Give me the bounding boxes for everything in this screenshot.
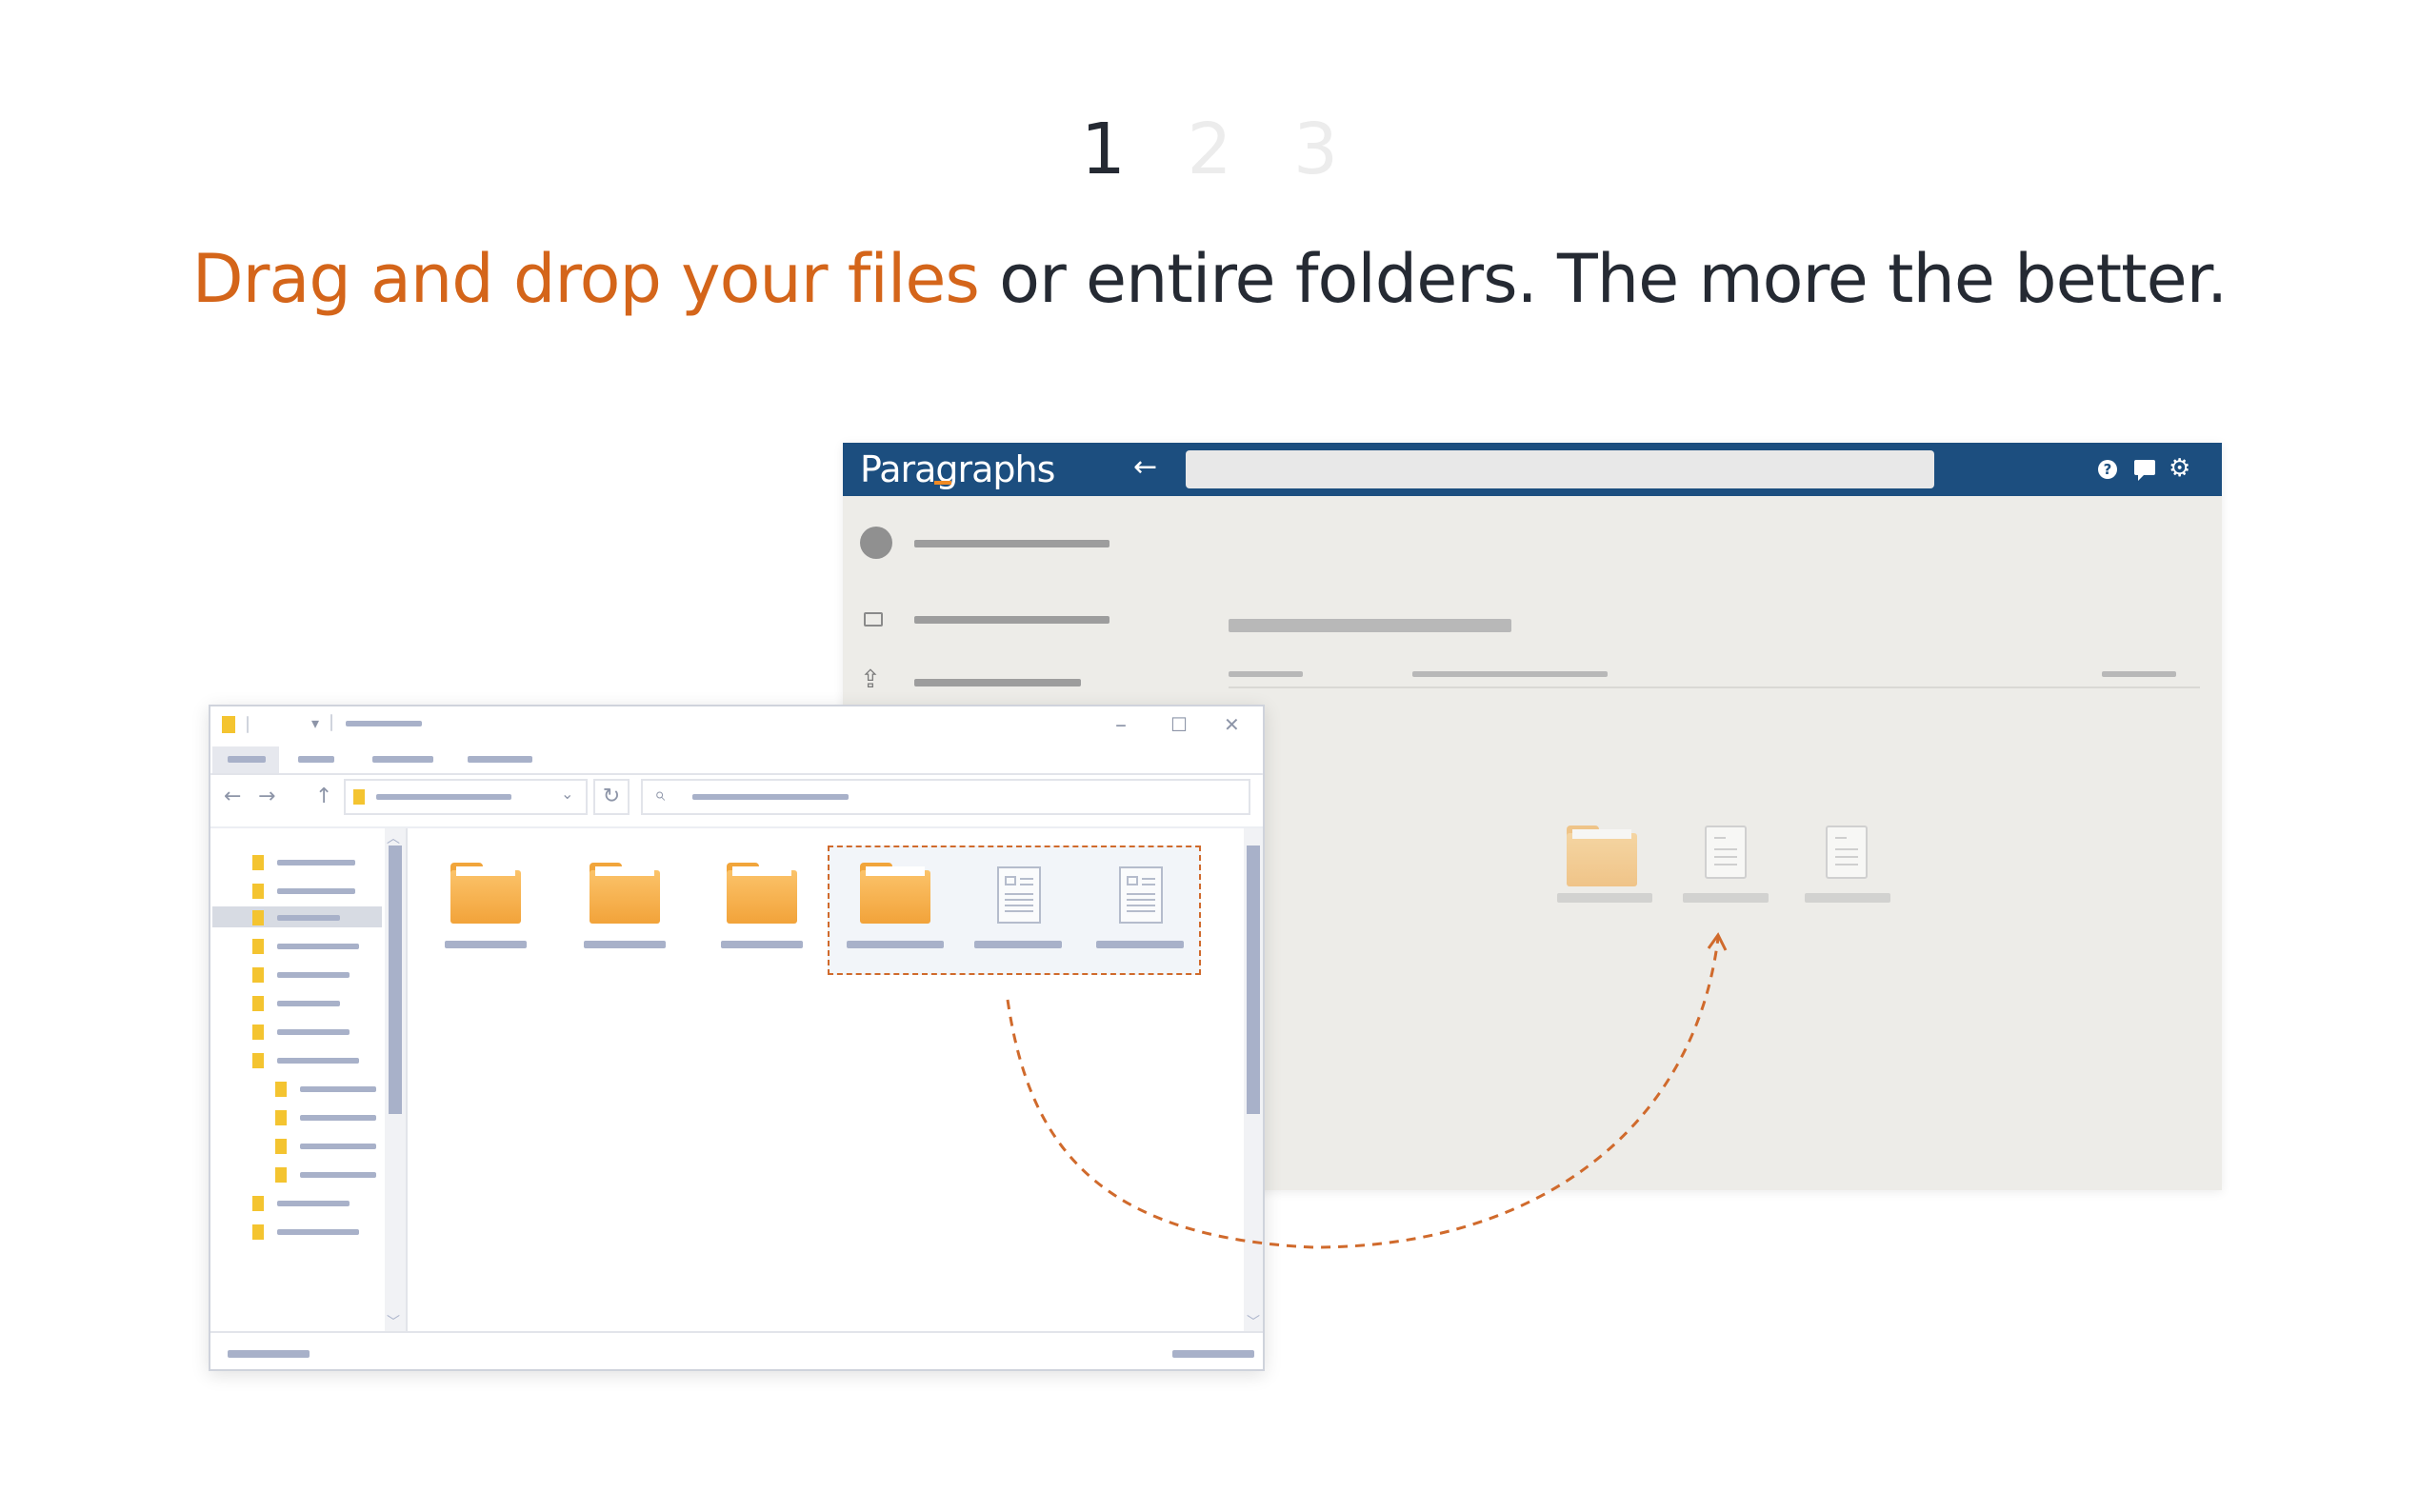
drag-path — [1006, 932, 1728, 1249]
drag-path-line — [1006, 937, 1720, 1249]
